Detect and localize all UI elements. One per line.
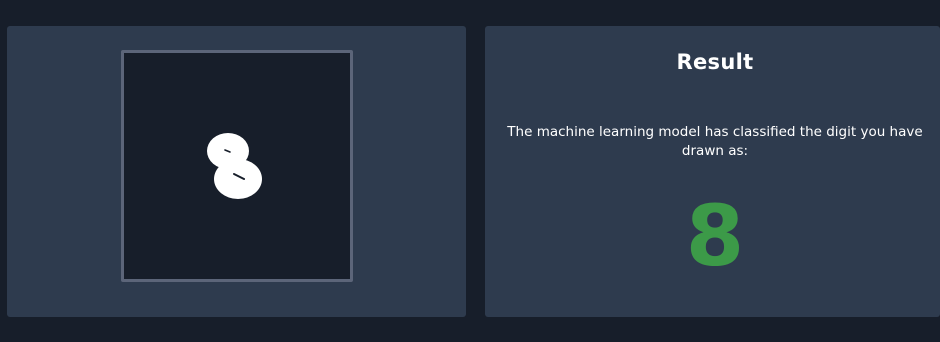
digit-lower-loop <box>214 159 262 199</box>
result-description: The machine learning model has classifie… <box>507 124 923 159</box>
result-title: Result <box>676 50 754 74</box>
drawing-canvas[interactable] <box>121 50 353 282</box>
result-panel: Result The machine learning model has cl… <box>485 26 940 317</box>
predicted-digit: 8 <box>685 187 745 285</box>
drawing-panel <box>7 26 466 317</box>
drawn-digit-strokes <box>207 133 262 199</box>
